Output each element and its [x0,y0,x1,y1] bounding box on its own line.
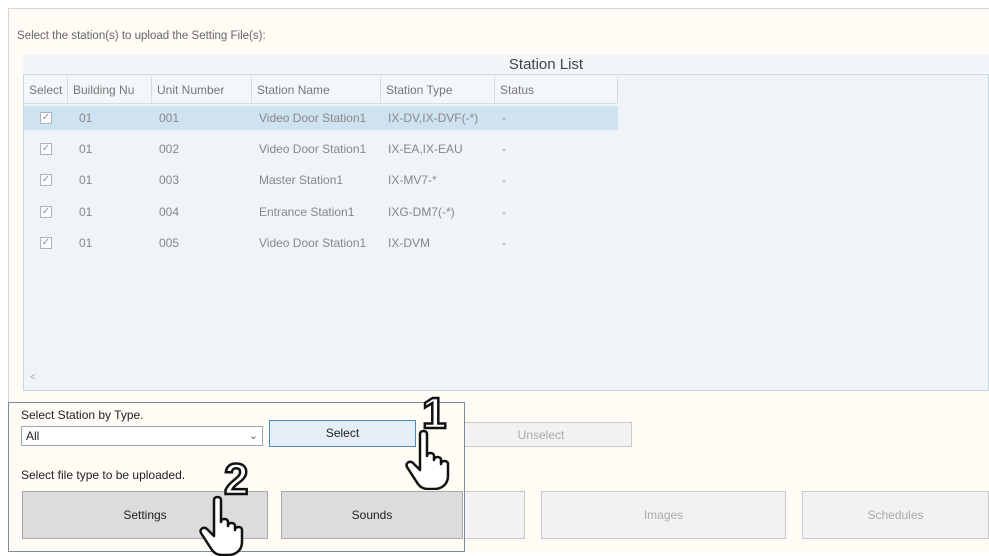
cell-status: - [502,111,506,125]
cell-station-name: Video Door Station1 [259,111,367,125]
column-header-unit-number[interactable]: Unit Number [152,76,252,104]
cell-unit: 003 [159,173,180,187]
row-checkbox[interactable]: ✓ [40,237,52,249]
dropdown-value: All [26,429,40,443]
cell-status: - [502,142,506,156]
cell-station-name: Video Door Station1 [259,236,367,250]
column-header-building-number[interactable]: Building Nu [68,76,152,104]
instruction-text: Select the station(s) to upload the Sett… [17,30,266,42]
cell-station-type: IX-EA,IX-EAU [388,142,463,156]
cell-building: 01 [79,236,93,250]
cell-unit: 005 [159,236,180,250]
cell-station-type: IX-DV,IX-DVF(-*) [388,111,479,125]
cell-building: 01 [79,111,93,125]
cell-unit: 001 [159,111,180,125]
chevron-down-icon: ⌄ [248,430,258,442]
cell-status: - [502,173,506,187]
station-list-title: Station List [23,55,989,75]
column-header-station-type[interactable]: Station Type [381,76,495,104]
cell-building: 01 [79,173,93,187]
column-header-select[interactable]: Select [24,76,68,104]
cell-station-type: IX-MV7-* [388,173,437,187]
unselect-button[interactable]: Unselect [450,422,632,447]
station-type-dropdown[interactable]: All ⌄ [21,426,263,446]
row-checkbox[interactable]: ✓ [40,174,52,186]
cell-station-name: Master Station1 [259,173,344,187]
file-type-label: Select file type to be uploaded. [21,468,186,482]
column-header-station-name[interactable]: Station Name [252,76,381,104]
sounds-button[interactable]: Sounds [281,491,463,539]
pointing-hand-icon [199,495,244,556]
cell-status: - [502,205,506,219]
row-checkbox[interactable]: ✓ [40,206,52,218]
cell-building: 01 [79,142,93,156]
row-checkbox[interactable]: ✓ [40,112,52,124]
cell-station-type: IXG-DM7(-*) [388,205,455,219]
cell-station-name: Entrance Station1 [259,205,355,219]
cell-status: - [502,236,506,250]
cell-building: 01 [79,205,93,219]
images-button[interactable]: Images [541,491,786,539]
cell-station-type: IX-DVM [388,236,430,250]
cell-station-name: Video Door Station1 [259,142,367,156]
select-by-type-label: Select Station by Type. [21,408,144,422]
row-checkbox[interactable]: ✓ [40,143,52,155]
cell-unit: 002 [159,142,180,156]
select-button[interactable]: Select [269,420,416,447]
grid-blank-area [618,76,988,256]
schedules-button[interactable]: Schedules [802,491,989,539]
pointing-hand-icon [405,429,450,490]
sounds-button-background[interactable] [463,491,525,539]
horizontal-scroll-left-arrow[interactable]: < [30,372,36,383]
column-header-status[interactable]: Status [495,76,618,104]
cell-unit: 004 [159,205,180,219]
